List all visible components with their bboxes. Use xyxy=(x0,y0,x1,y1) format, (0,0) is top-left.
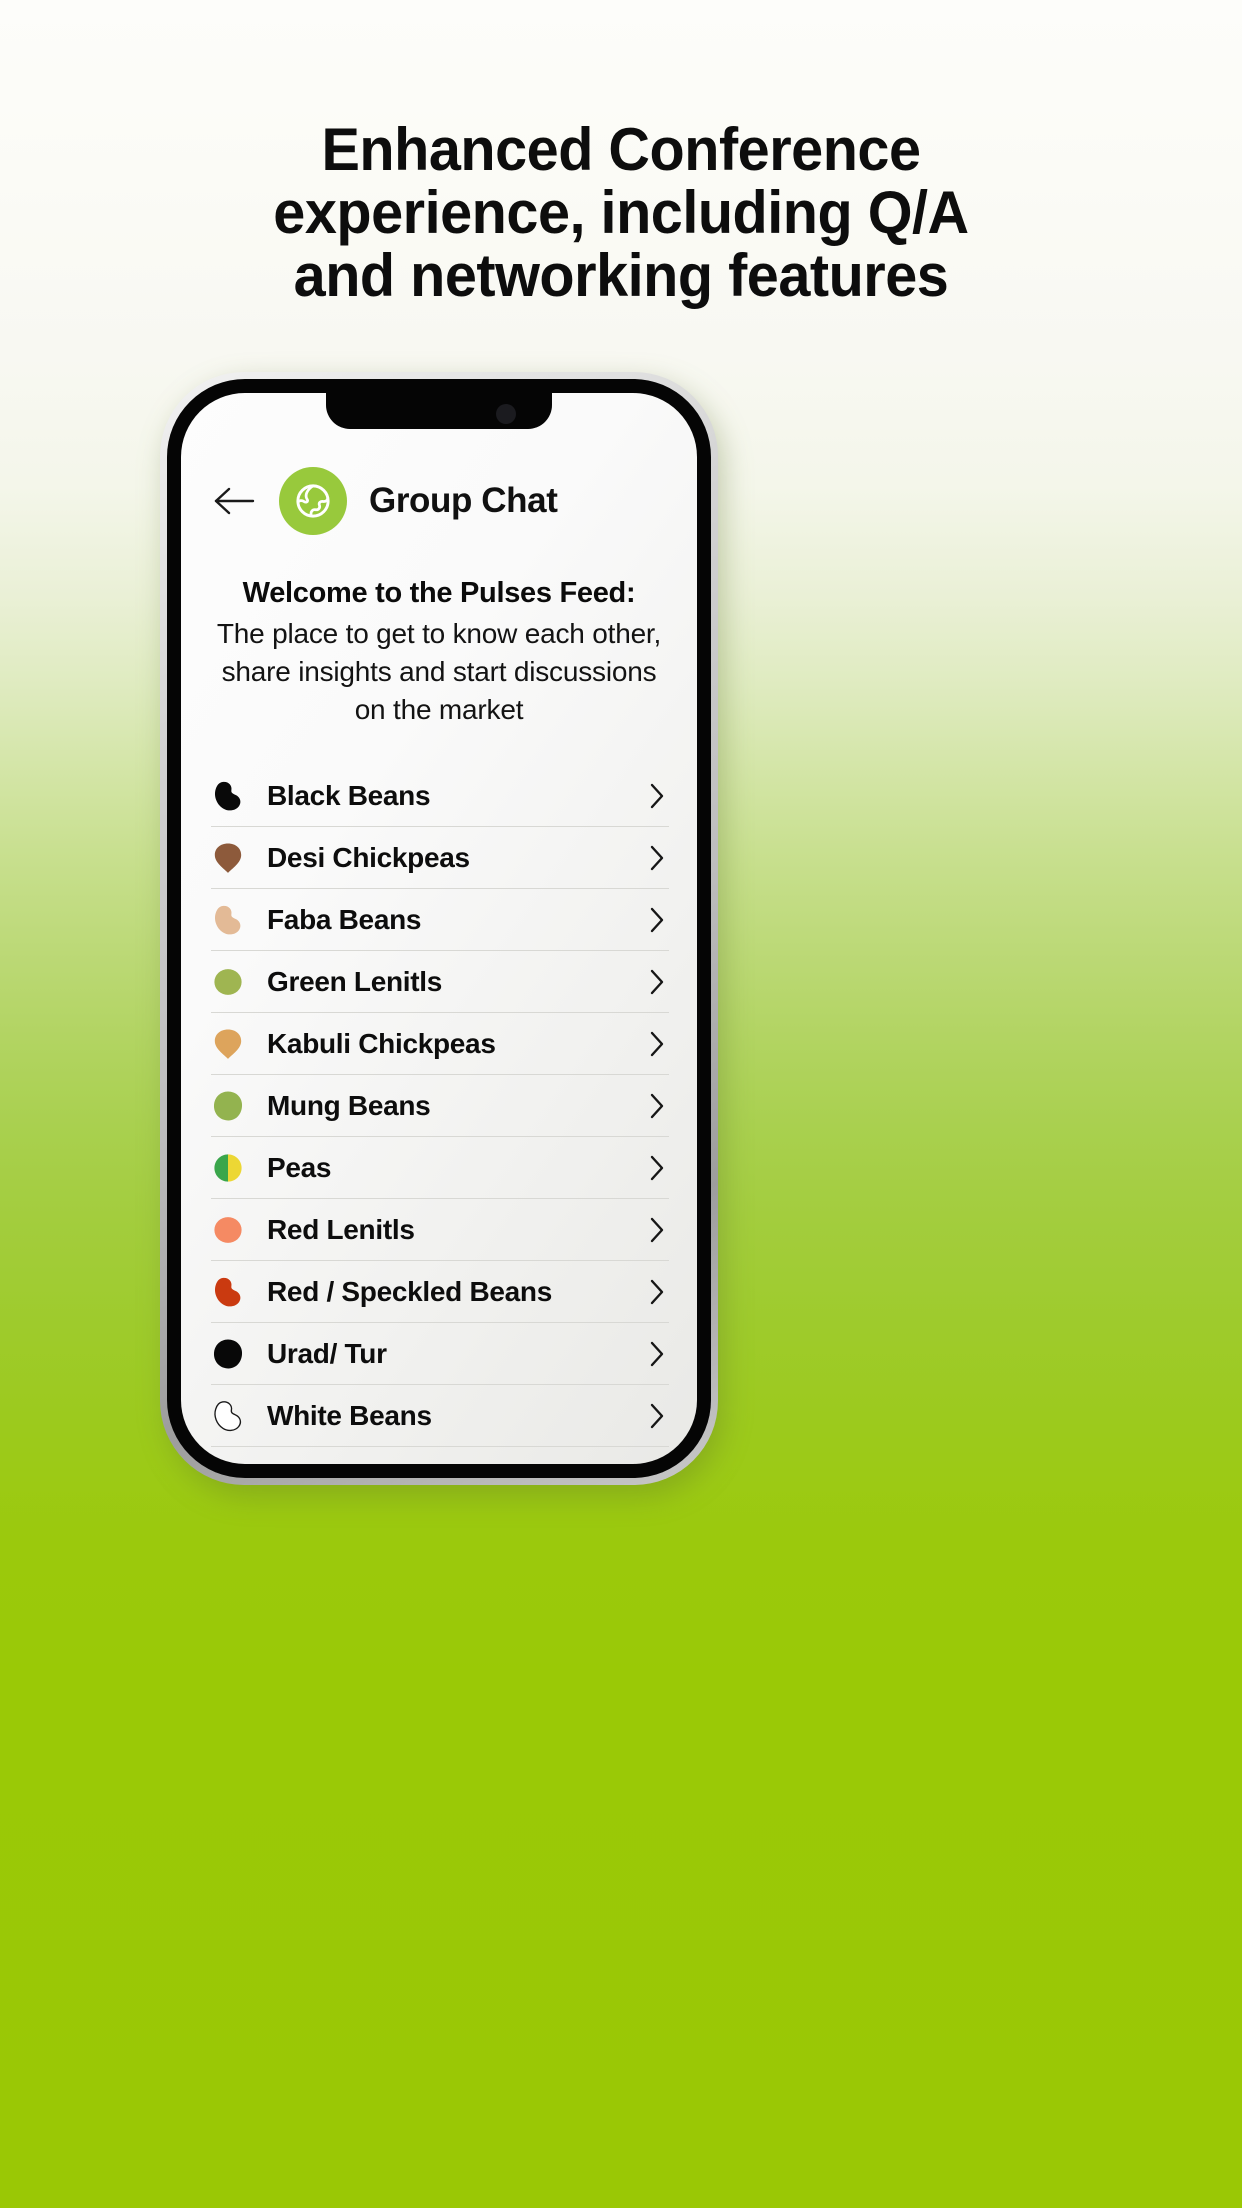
welcome-title: Welcome to the Pulses Feed: xyxy=(242,577,636,609)
pulse-list-item[interactable]: Mung Beans xyxy=(211,1075,669,1137)
bean-icon-green-lentil xyxy=(211,965,245,999)
bean-icon-urad-tur xyxy=(211,1337,245,1371)
pulse-list-item[interactable]: Desi Chickpeas xyxy=(211,827,669,889)
bean-icon-urad-tur-glyph xyxy=(213,1339,243,1368)
chevron-right-icon[interactable] xyxy=(649,1217,665,1243)
phone-frame: Group Chat Welcome to the Pulses Feed: T… xyxy=(160,372,718,1485)
bean-icon-black xyxy=(211,779,245,813)
back-arrow-icon[interactable] xyxy=(213,484,255,518)
phone-mockup: Group Chat Welcome to the Pulses Feed: T… xyxy=(160,372,725,1497)
chevron-right-icon[interactable] xyxy=(649,969,665,995)
chevron-right-icon[interactable] xyxy=(649,783,665,809)
pulse-list-item-label: Green Lenitls xyxy=(267,965,443,997)
pulse-list-item-label: Faba Beans xyxy=(267,903,422,935)
pulse-list-item-label: Red Lenitls xyxy=(267,1213,415,1245)
pulse-list-item[interactable]: Black Beans xyxy=(211,765,669,827)
pulse-list-item-label: Desi Chickpeas xyxy=(267,841,470,873)
headline-line-2: experience, including Q/A xyxy=(273,179,969,246)
bean-icon-faba-glyph xyxy=(214,905,241,934)
pulse-list-item-label: Red / Speckled Beans xyxy=(267,1275,553,1307)
pulse-list-item-label: Kabuli Chickpeas xyxy=(267,1027,496,1059)
pulse-list: Black Beans Desi Chickpeas Faba Beans Green… xyxy=(181,765,697,1447)
chevron-right-icon[interactable] xyxy=(649,1279,665,1305)
pulse-list-item[interactable]: Red / Speckled Beans xyxy=(211,1261,669,1323)
chat-title: Group Chat xyxy=(369,481,558,520)
pulse-list-item[interactable]: Red Lenitls xyxy=(211,1199,669,1261)
pulse-list-item[interactable]: Kabuli Chickpeas xyxy=(211,1013,669,1075)
chevron-right-icon[interactable] xyxy=(649,1155,665,1181)
bean-icon-pea xyxy=(211,1151,245,1185)
globe-glyph xyxy=(296,484,330,518)
pulse-list-item[interactable]: Peas xyxy=(211,1137,669,1199)
bean-icon-red-lentil-glyph xyxy=(214,1216,242,1243)
phone-screen: Group Chat Welcome to the Pulses Feed: T… xyxy=(181,393,697,1464)
pulse-list-item-label: Urad/ Tur xyxy=(267,1337,387,1369)
bean-icon-green-lentil-glyph xyxy=(214,968,242,995)
pulse-list-item[interactable]: White Beans xyxy=(211,1385,669,1447)
bean-icon-red-lentil xyxy=(211,1213,245,1247)
chevron-right-icon[interactable] xyxy=(649,1403,665,1429)
bean-icon-black-glyph xyxy=(214,781,241,810)
chevron-right-icon[interactable] xyxy=(649,1031,665,1057)
chevron-right-icon[interactable] xyxy=(649,1093,665,1119)
bean-icon-desi-chickpea-glyph xyxy=(214,843,242,873)
headline-line-1: Enhanced Conference xyxy=(321,116,921,183)
welcome-block: Welcome to the Pulses Feed: The place to… xyxy=(181,577,697,729)
bean-icon-faba xyxy=(211,903,245,937)
pulse-list-item-label: Peas xyxy=(267,1151,332,1183)
chevron-right-icon[interactable] xyxy=(649,907,665,933)
chevron-right-icon[interactable] xyxy=(649,845,665,871)
bean-icon-pea-glyph xyxy=(214,1153,242,1182)
promo-headline: Enhanced Conference experience, includin… xyxy=(25,118,1217,307)
phone-notch xyxy=(326,393,552,429)
bean-icon-white-glyph xyxy=(214,1400,242,1431)
bean-icon-desi-chickpea xyxy=(211,841,245,875)
bean-icon-red-speckled-glyph xyxy=(214,1277,241,1306)
bean-icon-red-speckled xyxy=(211,1275,245,1309)
chevron-right-icon[interactable] xyxy=(649,1341,665,1367)
pulse-list-item-label: White Beans xyxy=(267,1399,432,1431)
phone-bezel: Group Chat Welcome to the Pulses Feed: T… xyxy=(167,379,711,1478)
bean-icon-mung-glyph xyxy=(213,1091,243,1120)
pulse-list-item-label: Mung Beans xyxy=(267,1089,431,1121)
globe-logo-icon[interactable] xyxy=(279,467,347,535)
bean-icon-kabuli-chickpea-glyph xyxy=(214,1029,242,1059)
headline-line-3: and networking features xyxy=(293,242,949,309)
pulse-list-item[interactable]: Green Lenitls xyxy=(211,951,669,1013)
bean-icon-white xyxy=(211,1399,245,1433)
pulse-list-item[interactable]: Faba Beans xyxy=(211,889,669,951)
bean-icon-kabuli-chickpea xyxy=(211,1027,245,1061)
welcome-body: The place to get to know each other, sha… xyxy=(216,618,662,725)
pulse-list-item[interactable]: Urad/ Tur xyxy=(211,1323,669,1385)
front-camera-icon xyxy=(496,404,516,424)
pulse-list-item-label: Black Beans xyxy=(267,779,431,811)
bean-icon-mung xyxy=(211,1089,245,1123)
